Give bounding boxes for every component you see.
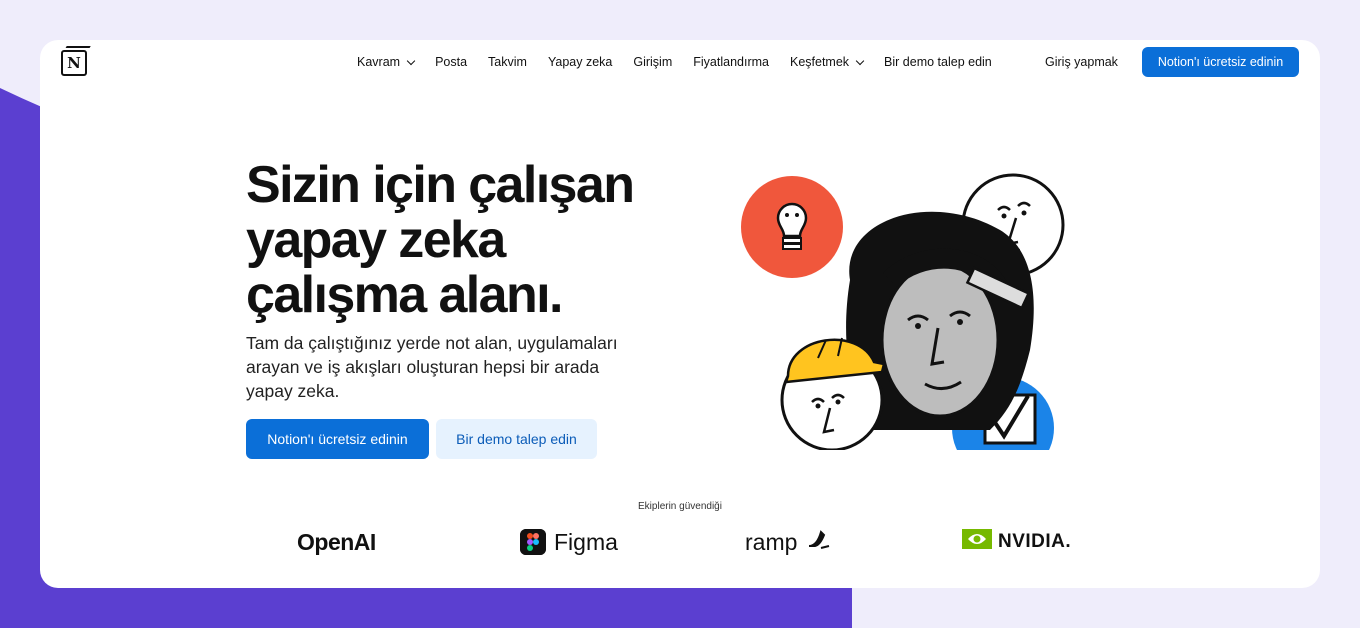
- nav-item-kesfetmek[interactable]: Keşfetmek: [789, 55, 865, 69]
- figma-logo-icon: [520, 529, 546, 555]
- login-link[interactable]: Giriş yapmak: [1045, 55, 1118, 69]
- nav-item-kavram[interactable]: Kavram: [357, 55, 416, 69]
- nvidia-wordmark: NVIDIA.: [998, 531, 1072, 552]
- ramp-logo: ramp: [745, 524, 831, 560]
- nav-item-takvim[interactable]: Takvim: [488, 55, 527, 69]
- nav-item-label: Keşfetmek: [789, 55, 850, 69]
- ramp-wordmark: ramp: [745, 528, 798, 555]
- nav-item-posta[interactable]: Posta: [435, 55, 467, 69]
- nav-item-demo[interactable]: Bir demo talep edin: [884, 55, 992, 69]
- nav-item-label: Posta: [435, 55, 468, 69]
- figma-wordmark: Figma: [554, 528, 618, 555]
- nav-item-label: Fiyatlandırma: [693, 55, 769, 69]
- lightbulb-circle: [741, 176, 843, 278]
- main-nav: Kavram Posta Takvim Yapay zeka Girişim F…: [357, 52, 1013, 72]
- nav-item-label: Takvim: [488, 55, 527, 69]
- nav-item-label: Bir demo talep edin: [884, 55, 992, 69]
- nvidia-logo-icon: [962, 529, 992, 555]
- chevron-down-icon: [406, 56, 416, 65]
- hero-title: Sizin için çalışan yapay zeka çalışma al…: [246, 156, 635, 324]
- figma-logo: Figma: [520, 524, 618, 560]
- chevron-down-icon: [855, 56, 865, 65]
- nav-item-label: Kavram: [357, 55, 401, 69]
- notion-logo-icon[interactable]: N: [61, 50, 87, 76]
- nvidia-logo: NVIDIA.: [962, 524, 1071, 560]
- request-demo-button[interactable]: Bir demo talep edin: [436, 419, 597, 459]
- hero-subtitle: Tam da çalıştığınız yerde not alan, uygu…: [246, 333, 618, 401]
- openai-wordmark: OpenAI: [297, 528, 376, 555]
- nav-item-label: Yapay zeka: [547, 55, 613, 69]
- nav-item-label: Girişim: [633, 55, 673, 69]
- customer-logos: OpenAI Figma ramp NVIDIA.: [40, 524, 1320, 560]
- hero-illustration: [741, 173, 1065, 450]
- hard-hat-face-circle: [780, 337, 886, 450]
- ramp-logo-icon: [807, 529, 831, 556]
- landing-card: N Kavram Posta Takvim Yapay zeka Girişim…: [40, 40, 1320, 588]
- nav-item-fiyatlandirma[interactable]: Fiyatlandırma: [693, 55, 769, 69]
- nav-get-notion-button[interactable]: Notion'ı ücretsiz edinin: [1142, 47, 1299, 77]
- trusted-by-label: Ekiplerin güvendiği: [638, 501, 722, 512]
- openai-logo: OpenAI: [297, 524, 376, 560]
- get-notion-free-button[interactable]: Notion'ı ücretsiz edinin: [246, 419, 429, 459]
- nav-item-yapay-zeka[interactable]: Yapay zeka: [548, 55, 612, 69]
- nav-item-girisim[interactable]: Girişim: [633, 55, 672, 69]
- logo-letter: N: [67, 54, 81, 72]
